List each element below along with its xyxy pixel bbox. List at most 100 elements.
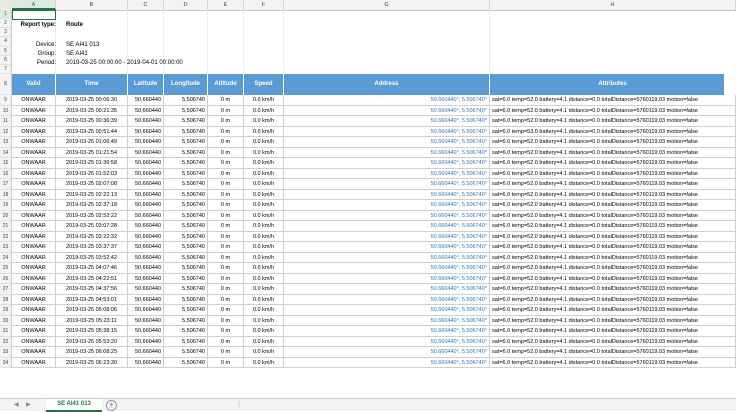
spreadsheet-grid[interactable]: ABCDEFGH 1 2 3 4 5 6 7 8 9 10 11 12 13 14 15 16 17 18 19 20…	[0, 0, 736, 398]
table-row[interactable]: ONWAAR 2019-03-25 03:22:32 50,660440 5,5067…	[12, 231, 736, 242]
row-header-16[interactable]: 16	[0, 168, 12, 179]
row-header-28[interactable]: 28	[0, 294, 12, 305]
row-header-7[interactable]: 7	[0, 64, 12, 75]
row-header-20[interactable]: 20	[0, 210, 12, 221]
selected-cell-a1[interactable]	[12, 10, 56, 20]
cell-address[interactable]: 50.660440°, 5.506740°	[284, 147, 490, 158]
column-header-a[interactable]: A	[12, 0, 56, 10]
row-header-32[interactable]: 32	[0, 336, 12, 347]
row-header-19[interactable]: 19	[0, 200, 12, 211]
row-header-34[interactable]: 34	[0, 357, 12, 368]
table-row[interactable]: ONWAAR 2019-03-25 05:38:15 50,660440 5,5067…	[12, 326, 736, 337]
table-row[interactable]: ONWAAR 2019-03-25 03:37:37 50,660440 5,5067…	[12, 242, 736, 253]
prev-sheet-icon[interactable]: ◀	[14, 399, 19, 411]
cell-address[interactable]: 50.660440°, 5.506740°	[284, 305, 490, 315]
row-header-33[interactable]: 33	[0, 347, 12, 358]
row-header-23[interactable]: 23	[0, 242, 12, 253]
table-row[interactable]: ONWAAR 2019-03-25 04:53:01 50,660440 5,5067…	[12, 294, 736, 305]
table-row[interactable]: ONWAAR 2019-03-25 01:36:58 50,660440 5,5067…	[12, 158, 736, 169]
table-header-altitude[interactable]: Altitude	[208, 74, 244, 95]
table-row[interactable]: ONWAAR 2019-03-25 05:23:11 50,660440 5,5067…	[12, 315, 736, 326]
row-header-21[interactable]: 21	[0, 221, 12, 232]
table-header-valid[interactable]: Valid	[12, 74, 56, 95]
table-row[interactable]: ONWAAR 2019-03-25 02:22:13 50,660440 5,5067…	[12, 189, 736, 200]
row-header-29[interactable]: 29	[0, 305, 12, 316]
table-header-longitude[interactable]: Longitude	[164, 74, 208, 95]
table-header-attributes[interactable]: Attributes	[490, 74, 736, 95]
table-row[interactable]: ONWAAR 2019-03-25 00:51:44 50,660440 5,5067…	[12, 126, 736, 137]
row-header-5[interactable]: 5	[0, 46, 12, 56]
cell-address[interactable]: 50.660440°, 5.506740°	[284, 357, 490, 368]
row-header-15[interactable]: 15	[0, 158, 12, 169]
column-header-e[interactable]: E	[208, 0, 244, 10]
column-header-h[interactable]: H	[490, 0, 736, 10]
row-header-22[interactable]: 22	[0, 231, 12, 242]
row-header-31[interactable]: 31	[0, 326, 12, 337]
table-header-speed[interactable]: Speed	[244, 74, 284, 95]
cell-address[interactable]: 50.660440°, 5.506740°	[284, 242, 490, 252]
row-header-14[interactable]: 14	[0, 147, 12, 158]
cell-address[interactable]: 50.660440°, 5.506740°	[284, 189, 490, 200]
cell-address[interactable]: 50.660440°, 5.506740°	[284, 200, 490, 210]
cell-address[interactable]: 50.660440°, 5.506740°	[284, 315, 490, 326]
cell-address[interactable]: 50.660440°, 5.506740°	[284, 326, 490, 336]
table-row[interactable]: ONWAAR 2019-03-25 04:07:46 50,660440 5,5067…	[12, 263, 736, 274]
table-row[interactable]: ONWAAR 2019-03-25 04:37:56 50,660440 5,5067…	[12, 284, 736, 295]
row-header-13[interactable]: 13	[0, 137, 12, 148]
cell-address[interactable]: 50.660440°, 5.506740°	[284, 168, 490, 179]
row-header-11[interactable]: 11	[0, 116, 12, 127]
cell-address[interactable]: 50.660440°, 5.506740°	[284, 221, 490, 231]
table-row[interactable]: ONWAAR 2019-03-25 00:21:35 50,660440 5,5067…	[12, 105, 736, 116]
row-header-30[interactable]: 30	[0, 315, 12, 326]
row-header-24[interactable]: 24	[0, 252, 12, 263]
cell-address[interactable]: 50.660440°, 5.506740°	[284, 273, 490, 284]
cell-address[interactable]: 50.660440°, 5.506740°	[284, 116, 490, 126]
row-header-25[interactable]: 25	[0, 263, 12, 274]
column-header-g[interactable]: G	[284, 0, 490, 10]
cell-address[interactable]: 50.660440°, 5.506740°	[284, 294, 490, 305]
row-header-27[interactable]: 27	[0, 284, 12, 295]
row-header-26[interactable]: 26	[0, 273, 12, 284]
table-row[interactable]: ONWAAR 2019-03-25 05:53:20 50,660440 5,5067…	[12, 336, 736, 347]
row-header-4[interactable]: 4	[0, 37, 12, 47]
cell-address[interactable]: 50.660440°, 5.506740°	[284, 231, 490, 242]
row-header-18[interactable]: 18	[0, 189, 12, 200]
cell-address[interactable]: 50.660440°, 5.506740°	[284, 210, 490, 221]
column-header-d[interactable]: D	[164, 0, 208, 10]
cell-address[interactable]: 50.660440°, 5.506740°	[284, 252, 490, 263]
table-row[interactable]: ONWAAR 2019-03-25 00:36:39 50,660440 5,5067…	[12, 116, 736, 127]
row-header-6[interactable]: 6	[0, 55, 12, 65]
table-row[interactable]: ONWAAR 2019-03-25 06:08:25 50,660440 5,5067…	[12, 347, 736, 358]
cell-address[interactable]: 50.660440°, 5.506740°	[284, 347, 490, 357]
row-header-2[interactable]: 2	[0, 19, 12, 29]
table-row[interactable]: ONWAAR 2019-03-25 06:23:30 50,660440 5,5067…	[12, 357, 736, 368]
row-header-17[interactable]: 17	[0, 179, 12, 190]
table-row[interactable]: ONWAAR 2019-03-25 00:06:30 50,660440 5,5067…	[12, 95, 736, 106]
cell-address[interactable]: 50.660440°, 5.506740°	[284, 263, 490, 273]
table-row[interactable]: ONWAAR 2019-03-25 01:52:03 50,660440 5,5067…	[12, 168, 736, 179]
table-row[interactable]: ONWAAR 2019-03-25 02:52:22 50,660440 5,5067…	[12, 210, 736, 221]
table-header-latitude[interactable]: Latitude	[128, 74, 164, 95]
row-header-12[interactable]: 12	[0, 126, 12, 137]
column-header-c[interactable]: C	[128, 0, 164, 10]
row-header-10[interactable]: 10	[0, 105, 12, 116]
sheet-tab[interactable]: SE AI41 013	[46, 399, 102, 412]
cell-address[interactable]: 50.660440°, 5.506740°	[284, 105, 490, 116]
table-header-time[interactable]: Time	[56, 74, 128, 95]
table-row[interactable]: ONWAAR 2019-03-25 04:22:51 50,660440 5,5067…	[12, 273, 736, 284]
row-header-8[interactable]: 8	[0, 74, 12, 95]
cell-address[interactable]: 50.660440°, 5.506740°	[284, 126, 490, 137]
cell-address[interactable]: 50.660440°, 5.506740°	[284, 179, 490, 189]
table-row[interactable]: ONWAAR 2019-03-25 02:37:18 50,660440 5,5067…	[12, 200, 736, 211]
row-header-1[interactable]: 1	[0, 10, 12, 20]
row-header-9[interactable]: 9	[0, 95, 12, 106]
table-row[interactable]: ONWAAR 2019-03-25 03:07:28 50,660440 5,5067…	[12, 221, 736, 232]
column-header-f[interactable]: F	[244, 0, 284, 10]
next-sheet-icon[interactable]: ▶	[26, 399, 31, 411]
tab-options-icon[interactable]: ⋮	[236, 399, 242, 411]
row-header-3[interactable]: 3	[0, 28, 12, 38]
cell-address[interactable]: 50.660440°, 5.506740°	[284, 95, 490, 105]
table-row[interactable]: ONWAAR 2019-03-25 01:06:49 50,660440 5,5067…	[12, 137, 736, 148]
table-row[interactable]: ONWAAR 2019-03-25 01:21:54 50,660440 5,5067…	[12, 147, 736, 158]
table-row[interactable]: ONWAAR 2019-03-25 02:07:08 50,660440 5,5067…	[12, 179, 736, 190]
